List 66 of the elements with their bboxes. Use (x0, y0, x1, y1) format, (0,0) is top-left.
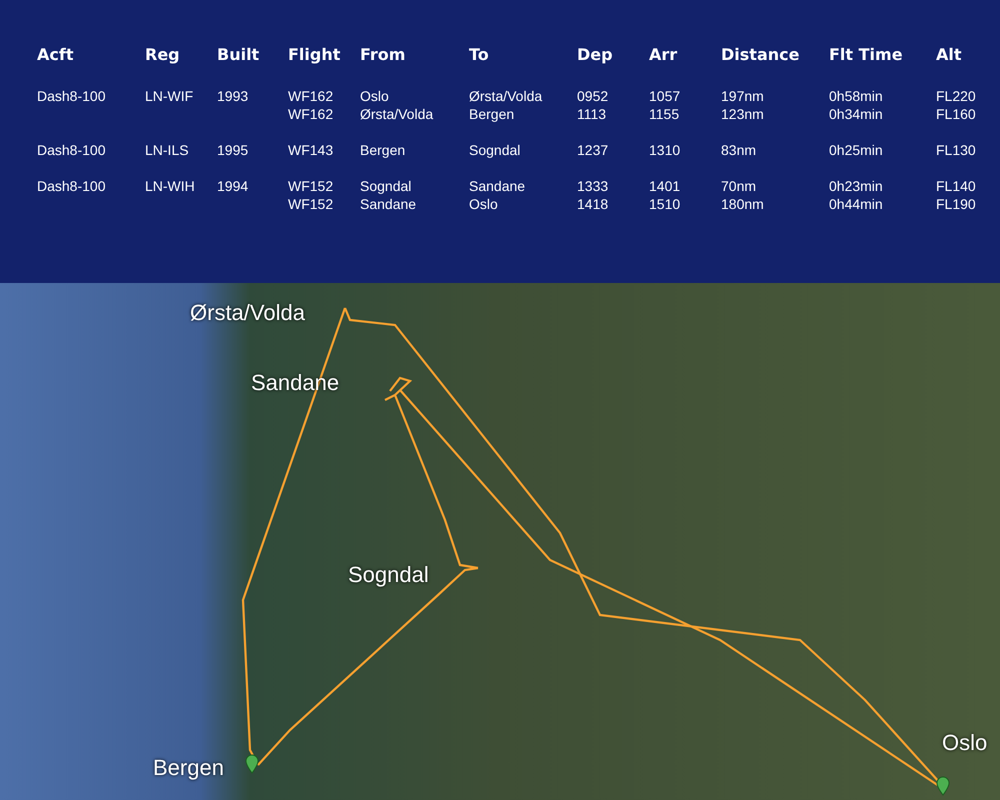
table-cell-text: Ørsta/Volda (469, 87, 544, 105)
table-cell-text: WF162 (288, 105, 334, 123)
column-header: Flight (288, 44, 342, 66)
table-cell-text: 0h58min (829, 87, 884, 105)
table-cell-text: FL190 (936, 195, 977, 213)
table-cell-text: 1401 (649, 177, 682, 195)
table-cell-text: Dash8-100 (37, 177, 106, 195)
table-cell-text: 1994 (217, 177, 250, 195)
column-header: Built (217, 44, 260, 66)
table-cell-text: 0952 (577, 87, 610, 105)
table-cell-text: WF152 (288, 177, 334, 195)
table-cell-text: 0h25min (829, 141, 884, 159)
map-pin-icon (246, 754, 258, 774)
table-cell-text: 1310 (649, 141, 682, 159)
table-cell-text: Bergen (469, 105, 516, 123)
column-header: Alt (936, 44, 963, 66)
table-cell-text: WF152 (288, 195, 334, 213)
city-label: Sogndal (348, 562, 429, 588)
column-header: Arr (649, 44, 678, 66)
table-cell-text: 1333 (577, 177, 610, 195)
table-cell-text: Oslo (360, 87, 390, 105)
column-header: Flt Time (829, 44, 904, 66)
table-cell-text: LN-WIF (145, 87, 194, 105)
table-cell-text: FL220 (936, 87, 977, 105)
table-cell-text: 1155 (649, 105, 680, 123)
city-label: Oslo (942, 730, 988, 756)
map-pin-icon (936, 776, 950, 796)
table-cell-text: Sandane (469, 177, 526, 195)
table-cell-text: Sogndal (360, 177, 412, 195)
table-cell-text: Bergen (360, 141, 406, 159)
table-cell-text: LN-ILS (145, 141, 190, 159)
table-cell-text: FL140 (936, 177, 977, 195)
column-header: Dep (577, 44, 614, 66)
table-cell-text: FL130 (936, 141, 977, 159)
table-cell-text: 1993 (217, 87, 250, 105)
table-cell-text: 197nm (721, 87, 765, 105)
table-cell-text: FL160 (936, 105, 977, 123)
column-header: From (360, 44, 406, 66)
city-label: Bergen (153, 755, 224, 781)
table-cell-text: 70nm (721, 177, 758, 195)
table-cell-text: 83nm (721, 141, 758, 159)
table-cell-text: 1113 (577, 105, 608, 123)
column-header: Acft (37, 44, 74, 66)
table-cell-text: Dash8-100 (37, 87, 106, 105)
table-cell-text: Ørsta/Volda (360, 105, 434, 123)
table-cell-text: 180nm (721, 195, 765, 213)
column-header: To (469, 44, 490, 66)
table-cell-text: 1418 (577, 195, 610, 213)
table-cell-text: 0h34min (829, 105, 884, 123)
table-cell-text: WF162 (288, 87, 334, 105)
table-cell-text: LN-WIH (145, 177, 196, 195)
table-cell-text: Oslo (469, 195, 499, 213)
table-cell-text: 1057 (649, 87, 682, 105)
table-cell-text: 0h23min (829, 177, 884, 195)
table-cell-text: 1510 (649, 195, 682, 213)
column-header: Reg (145, 44, 181, 66)
column-header: Distance (721, 44, 800, 66)
table-cell-text: 1237 (577, 141, 610, 159)
table-cell-text: 123nm (721, 105, 765, 123)
table-cell-text: Dash8-100 (37, 141, 106, 159)
table-cell-text: 0h44min (829, 195, 884, 213)
table-cell-text: 1995 (217, 141, 250, 159)
table-cell-text: Sogndal (469, 141, 522, 159)
table-cell-text: WF143 (288, 141, 334, 159)
table-cell-text: Sandane (360, 195, 418, 213)
city-label: Ørsta/Volda (190, 300, 305, 326)
